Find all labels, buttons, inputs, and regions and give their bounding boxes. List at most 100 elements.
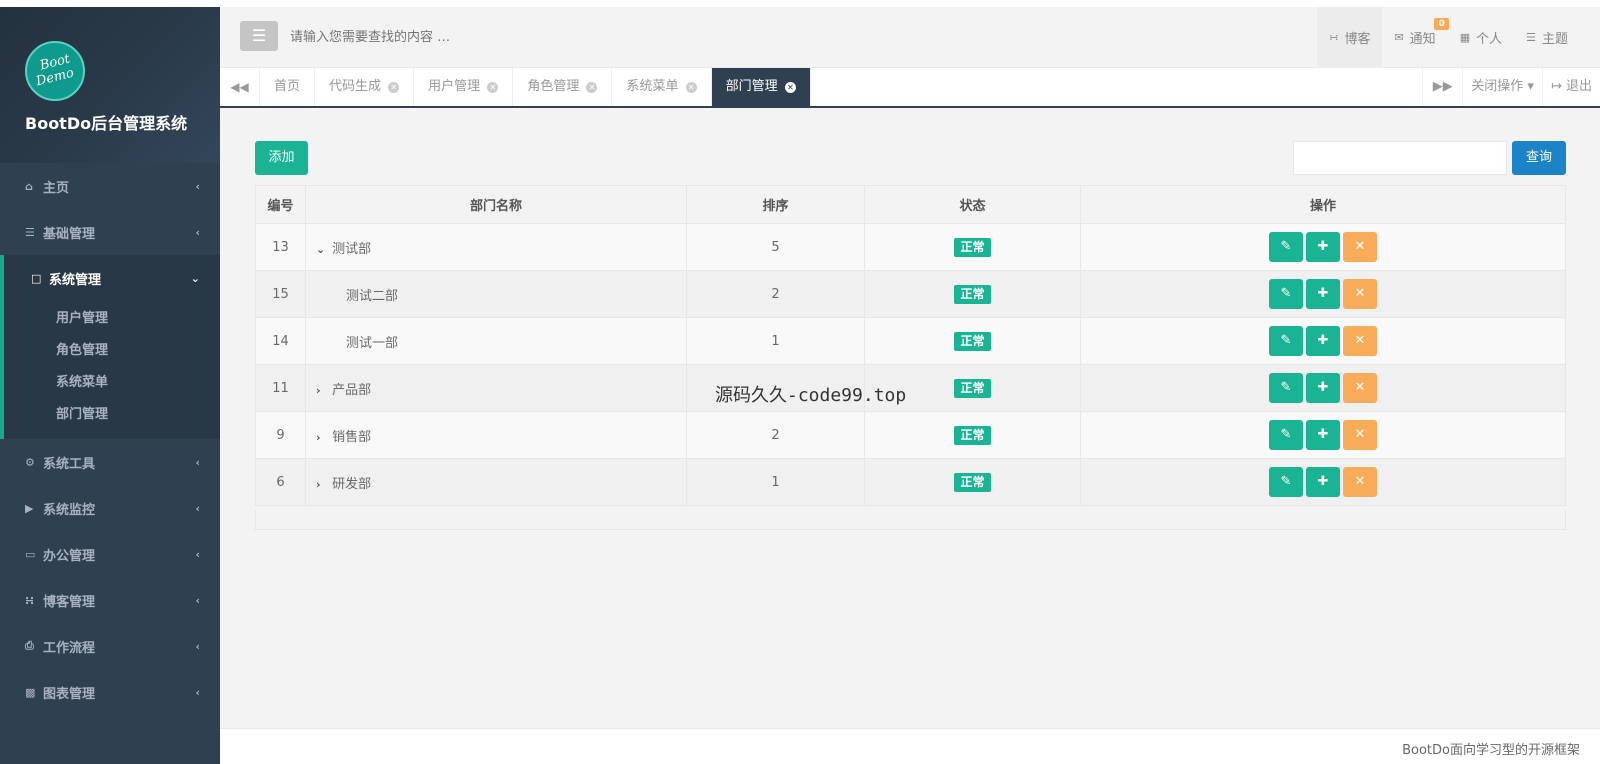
sidebar-item-system[interactable]: □ 系统管理 ⌄ (0, 255, 220, 301)
close-icon[interactable]: ✕ (487, 82, 499, 93)
tabs-scroll-left-button[interactable]: ◀◀ (220, 68, 260, 106)
table-header-row: 编号 部门名称 排序 状态 操作 (255, 185, 1566, 224)
plus-icon: ✚ (1317, 427, 1329, 442)
query-button[interactable]: 查询 (1512, 141, 1566, 175)
cell-actions: ✎ ✚ ✕ (1080, 364, 1566, 412)
video-icon: ▶ (25, 501, 34, 515)
sidebar-item-tools[interactable]: ⚙ 系统工具 ‹ (0, 439, 220, 485)
sidebar-item-basic[interactable]: ☰ 基础管理 ‹ (0, 209, 220, 255)
theme-link[interactable]: ☰ 主题 (1514, 7, 1580, 68)
add-child-button[interactable]: ✚ (1306, 279, 1340, 309)
edit-button[interactable]: ✎ (1269, 467, 1303, 497)
add-button[interactable]: 添加 (255, 141, 308, 175)
cell-id: 15 (255, 270, 306, 318)
theme-list-icon: ☰ (1526, 31, 1536, 44)
remove-icon: ✕ (1354, 333, 1366, 348)
sidebar-profile: Boot Demo BootDo后台管理系统 (0, 7, 220, 163)
add-child-button[interactable]: ✚ (1306, 326, 1340, 356)
sidebar-item-label: 办公管理 (43, 548, 96, 564)
col-id[interactable]: 编号 (255, 185, 306, 224)
edit-icon: ✎ (1280, 286, 1292, 301)
delete-button[interactable]: ✕ (1343, 467, 1377, 497)
delete-button[interactable]: ✕ (1343, 420, 1377, 450)
chevron-right-icon[interactable]: › (316, 384, 328, 397)
col-order[interactable]: 排序 (686, 185, 865, 224)
add-child-button[interactable]: ✚ (1306, 232, 1340, 262)
close-icon[interactable]: ✕ (388, 82, 400, 93)
tabs-scroll-right-button[interactable]: ▶▶ (1422, 68, 1462, 106)
blog-link[interactable]: ∺ 博客 (1317, 7, 1383, 68)
chevron-right-icon[interactable]: › (316, 431, 328, 444)
delete-button[interactable]: ✕ (1343, 279, 1377, 309)
close-icon[interactable]: ✕ (784, 82, 796, 93)
dept-name: 测试部 (332, 241, 372, 257)
submenu-item-roles[interactable]: 角色管理 (4, 335, 220, 367)
close-icon[interactable]: ✕ (586, 82, 598, 93)
search-input[interactable] (290, 23, 690, 51)
laptop-icon: ▭ (25, 547, 36, 561)
sidebar-item-label: 主页 (43, 180, 70, 196)
personal-link[interactable]: ▦ 个人 (1448, 7, 1514, 68)
chevron-left-icon: ‹ (195, 455, 200, 469)
delete-button[interactable]: ✕ (1343, 232, 1377, 262)
edit-button[interactable]: ✎ (1269, 420, 1303, 450)
sidebar-item-charts[interactable]: ▩ 图表管理 ‹ (0, 669, 220, 715)
table-footer (255, 510, 1566, 530)
table-row[interactable]: 13 ⌄ 测试部 5 正常 ✎ ✚ ✕ (255, 223, 1566, 271)
cell-name: 测试一部 (305, 317, 687, 365)
sidebar-item-office[interactable]: ▭ 办公管理 ‹ (0, 531, 220, 577)
add-child-button[interactable]: ✚ (1306, 373, 1340, 403)
delete-button[interactable]: ✕ (1343, 373, 1377, 403)
table-row[interactable]: 14 测试一部 1 正常 ✎ ✚ ✕ (255, 317, 1566, 365)
plus-icon: ✚ (1317, 333, 1329, 348)
add-child-button[interactable]: ✚ (1306, 420, 1340, 450)
footer-text: BootDo面向学习型的开源框架 (1402, 743, 1580, 758)
tab-users[interactable]: 用户管理 ✕ (414, 68, 514, 106)
tab-codegen[interactable]: 代码生成 ✕ (315, 68, 415, 106)
row-actions: ✎ ✚ ✕ (1269, 373, 1377, 403)
col-actions: 操作 (1080, 185, 1566, 224)
table-row[interactable]: 9 › 销售部 2 正常 ✎ ✚ ✕ (255, 411, 1566, 459)
system-name: BootDo后台管理系统 (25, 114, 188, 133)
sidebar-item-home[interactable]: ⌂ 主页 ‹ (0, 163, 220, 209)
remove-icon: ✕ (1354, 239, 1366, 254)
status-badge: 正常 (954, 237, 991, 257)
tab-departments[interactable]: 部门管理 ✕ (711, 68, 811, 106)
add-child-button[interactable]: ✚ (1306, 467, 1340, 497)
notify-link[interactable]: ✉ 通知 0 (1382, 7, 1449, 68)
col-status[interactable]: 状态 (864, 185, 1081, 224)
sidebar-item-workflow[interactable]: ⎙ 工作流程 ‹ (0, 623, 220, 669)
table-row[interactable]: 15 测试二部 2 正常 ✎ ✚ ✕ (255, 270, 1566, 318)
topbar-links: ∺ 博客 ✉ 通知 0 ▦ 个人 ☰ 主题 (1317, 7, 1580, 68)
sidebar-item-blog[interactable]: ∺ 博客管理 ‹ (0, 577, 220, 623)
edit-button[interactable]: ✎ (1269, 326, 1303, 356)
tab-menus[interactable]: 系统菜单 ✕ (612, 68, 712, 106)
row-actions: ✎ ✚ ✕ (1269, 232, 1377, 262)
sidebar-item-monitor[interactable]: ▶ 系统监控 ‹ (0, 485, 220, 531)
submenu-item-users[interactable]: 用户管理 (4, 303, 220, 335)
tab-home[interactable]: 首页 (260, 68, 316, 106)
close-operations-dropdown[interactable]: 关闭操作 ▾ (1462, 68, 1542, 106)
close-icon[interactable]: ✕ (685, 82, 697, 93)
chevron-down-icon[interactable]: ⌄ (316, 243, 328, 256)
edit-button[interactable]: ✎ (1269, 373, 1303, 403)
status-badge: 正常 (954, 472, 991, 492)
logo[interactable]: Boot Demo (25, 41, 85, 101)
dept-search-input[interactable] (1293, 141, 1507, 175)
remove-icon: ✕ (1354, 286, 1366, 301)
table-row[interactable]: 6 › 研发部 1 正常 ✎ ✚ ✕ (255, 458, 1566, 506)
chevron-right-icon[interactable]: › (316, 478, 328, 491)
delete-button[interactable]: ✕ (1343, 326, 1377, 356)
edit-button[interactable]: ✎ (1269, 232, 1303, 262)
logout-button[interactable]: ↦ 退出 (1541, 68, 1600, 106)
tab-roles[interactable]: 角色管理 ✕ (513, 68, 613, 106)
submenu-item-departments[interactable]: 部门管理 (4, 399, 220, 431)
edit-button[interactable]: ✎ (1269, 279, 1303, 309)
submenu-item-menus[interactable]: 系统菜单 (4, 367, 220, 399)
row-actions: ✎ ✚ ✕ (1269, 279, 1377, 309)
cell-id: 13 (255, 223, 306, 271)
table-row[interactable]: 11 › 产品部 正常 ✎ ✚ ✕ (255, 364, 1566, 412)
cell-status: 正常 (864, 270, 1081, 318)
menu-toggle-button[interactable]: ☰ (240, 21, 278, 51)
col-name[interactable]: 部门名称 (305, 185, 687, 224)
